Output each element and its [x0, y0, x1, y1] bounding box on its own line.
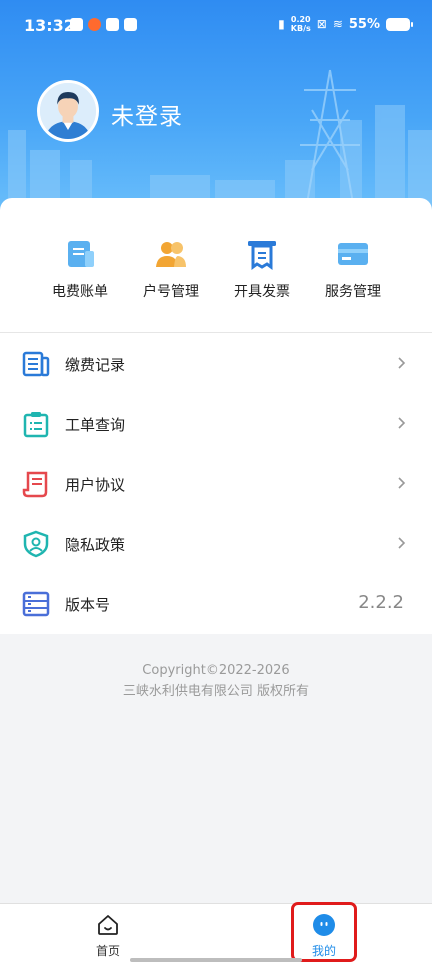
status-time: 13:32: [24, 16, 75, 35]
chevron-right-icon: [398, 357, 406, 369]
menu-item-label: 工单查询: [65, 416, 126, 434]
quick-action-accounts[interactable]: 户号管理: [128, 232, 214, 301]
copyright-footer: Copyright©2022-2026 三峡水利供电有限公司 版权所有: [0, 660, 432, 702]
menu-item-privacy-policy[interactable]: 隐私政策: [0, 514, 432, 574]
app-notification-icon: [106, 18, 119, 31]
bill-icon: [68, 241, 94, 267]
chevron-right-icon: [398, 537, 406, 549]
battery-percent: 55%: [348, 16, 380, 32]
status-bar: 13:32 ▮ 0.20 KB/s ⊠ ≋ 55%: [0, 0, 432, 50]
clipboard-icon: [23, 412, 49, 438]
invoice-icon: [248, 241, 276, 270]
chevron-right-icon: [398, 417, 406, 429]
no-sim-icon: ⊠: [316, 17, 327, 31]
quick-action-bill[interactable]: 电费账单: [37, 232, 123, 301]
status-app-icons: [70, 18, 137, 31]
menu-item-version: 版本号 2.2.2: [0, 574, 432, 634]
menu-item-label: 用户协议: [65, 476, 126, 494]
net-speed-value: 0.20: [290, 15, 311, 24]
menu-item-user-agreement[interactable]: 用户协议: [0, 454, 432, 514]
menu-item-label: 版本号: [65, 596, 111, 614]
mail-icon: [124, 18, 137, 31]
bottom-tab-bar: 首页 我的: [0, 903, 432, 964]
menu-item-label: 缴费记录: [65, 356, 126, 374]
quick-action-label: 开具发票: [234, 284, 290, 300]
wifi-icon: ≋: [332, 17, 343, 31]
vibrate-icon: ▮: [278, 17, 285, 31]
quick-action-label: 服务管理: [325, 284, 381, 300]
home-icon: [98, 915, 118, 935]
tab-highlight-box: [291, 902, 357, 962]
quick-actions: 电费账单 户号管理 开具发票 服务管理: [0, 232, 432, 302]
quick-action-service[interactable]: 服务管理: [310, 232, 396, 301]
app-notification-icon: [88, 18, 101, 31]
status-indicators: ▮ 0.20 KB/s ⊠ ≋ 55%: [278, 15, 413, 33]
net-speed-unit: KB/s: [290, 24, 311, 33]
divider: [0, 332, 432, 333]
menu-item-payment-records[interactable]: 缴费记录: [0, 334, 432, 394]
app-notification-icon: [70, 18, 83, 31]
network-speed: 0.20 KB/s: [291, 15, 311, 33]
server-icon: [22, 591, 50, 617]
tab-label: 首页: [95, 944, 120, 958]
card-icon: [338, 243, 368, 265]
menu-item-label: 隐私政策: [65, 536, 126, 554]
copyright-text: Copyright©2022-2026: [142, 663, 290, 678]
avatar[interactable]: [37, 80, 99, 142]
payment-records-icon: [22, 351, 50, 377]
users-icon: [156, 242, 186, 267]
menu-item-work-order-query[interactable]: 工单查询: [0, 394, 432, 454]
home-indicator[interactable]: [130, 958, 302, 962]
shield-user-icon: [23, 530, 49, 558]
tab-home[interactable]: 首页: [68, 904, 148, 964]
login-status[interactable]: 未登录: [111, 97, 183, 131]
version-number: 2.2.2: [358, 592, 404, 613]
chevron-right-icon: [398, 477, 406, 489]
quick-action-invoice[interactable]: 开具发票: [219, 232, 305, 301]
battery-icon: [386, 17, 413, 31]
quick-action-label: 户号管理: [143, 284, 199, 300]
company-text: 三峡水利供电有限公司 版权所有: [122, 684, 310, 699]
scroll-icon: [22, 471, 48, 498]
user-avatar-icon: [40, 83, 96, 139]
quick-action-label: 电费账单: [52, 284, 108, 300]
